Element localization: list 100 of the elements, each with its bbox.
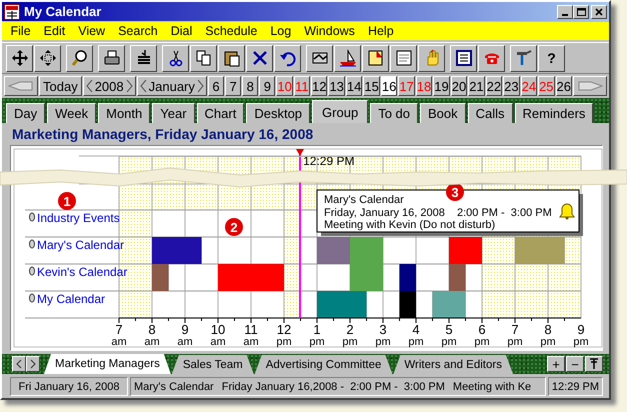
toolbar-button[interactable]: [162, 44, 189, 72]
minimize-button[interactable]: [557, 4, 573, 18]
toolbar-button[interactable]: [34, 44, 61, 72]
toolbar-button[interactable]: [334, 44, 361, 72]
remove-button[interactable]: −: [566, 356, 584, 372]
period-label: pm: [309, 336, 325, 348]
toolbar-button[interactable]: [246, 44, 273, 72]
calendar-name-link[interactable]: My Calendar: [37, 292, 106, 306]
toolbar-button[interactable]: [478, 44, 505, 72]
view-tab[interactable]: Chart: [196, 103, 244, 123]
status-appointment-time: Friday January 16,2008 - 2:00 PM - 3:00 PM: [222, 380, 445, 392]
magnifier-icon: [70, 49, 88, 67]
toolbar-button[interactable]: [66, 44, 93, 72]
app-icon: [4, 4, 20, 20]
toolbar-button[interactable]: [98, 44, 125, 72]
scroll-left-button[interactable]: [12, 356, 26, 372]
hour-label: 2: [346, 322, 354, 337]
day-button[interactable]: 21: [468, 76, 485, 96]
menu-item[interactable]: View: [72, 24, 112, 38]
tooltip-time: 2:00 PM - 3:00 PM: [457, 207, 552, 219]
menu-item[interactable]: Windows: [298, 24, 362, 38]
chevron-left-icon: [86, 79, 93, 93]
next-week-button[interactable]: [573, 76, 607, 96]
day-button[interactable]: 22: [486, 76, 502, 96]
toolbar-button[interactable]: [390, 44, 417, 72]
scroll-right-button[interactable]: [26, 356, 40, 372]
today-button[interactable]: Today: [39, 76, 82, 96]
pin-button[interactable]: [585, 356, 603, 372]
close-button[interactable]: [591, 4, 607, 18]
help-button[interactable]: ?: [538, 44, 565, 72]
toolbar-button[interactable]: [418, 44, 445, 72]
maximize-icon: [576, 8, 586, 16]
view-tab[interactable]: Year: [152, 103, 195, 123]
view-tab[interactable]: Desktop: [246, 103, 310, 123]
previous-week-button[interactable]: [4, 76, 38, 96]
sheet-tab[interactable]: Writers and Editors: [393, 355, 513, 374]
day-button[interactable]: 14: [346, 76, 362, 96]
chevron-right-icon: [196, 79, 204, 93]
view-tab[interactable]: Book: [420, 103, 466, 123]
menu-item[interactable]: Search: [112, 24, 164, 38]
sheet-tab[interactable]: Marketing Managers: [44, 354, 171, 374]
day-button[interactable]: 20: [450, 76, 468, 96]
hour-label: 10: [210, 322, 226, 337]
toolbar-button[interactable]: [130, 44, 157, 72]
day-button[interactable]: 15: [363, 76, 380, 96]
toolbar-button[interactable]: [450, 44, 477, 72]
schedule-heading: Marketing Managers, Friday January 16, 2008: [12, 126, 314, 142]
menu-item[interactable]: Dial: [164, 24, 199, 38]
toolbar-button[interactable]: [510, 44, 537, 72]
hour-label: 12: [276, 322, 292, 337]
menu-item[interactable]: File: [4, 24, 38, 38]
day-button[interactable]: 26: [556, 76, 572, 96]
view-tab[interactable]: To do: [370, 103, 418, 123]
toolbar-button[interactable]: [218, 44, 245, 72]
sheet-tab[interactable]: Advertising Committee: [254, 355, 392, 374]
toolbar-button[interactable]: [274, 44, 301, 72]
period-label: pm: [474, 336, 490, 348]
previous-year-button[interactable]: [84, 79, 95, 93]
view-tab[interactable]: Month: [98, 103, 150, 123]
menu-item[interactable]: Edit: [37, 24, 72, 38]
toolbar-button[interactable]: [6, 44, 33, 72]
period-label: pm: [408, 336, 424, 348]
hour-label: 5: [445, 322, 453, 337]
menu-item[interactable]: Schedule: [198, 24, 264, 38]
menu-item[interactable]: Help: [361, 24, 400, 38]
day-button[interactable]: 7: [225, 76, 242, 96]
toolbar-button[interactable]: [190, 44, 217, 72]
previous-month-button[interactable]: [138, 79, 149, 93]
hour-label: 7: [511, 322, 519, 337]
copy-icon: [194, 49, 212, 67]
hour-label: 9: [181, 322, 189, 337]
day-button[interactable]: 19: [433, 76, 450, 96]
day-button[interactable]: 16: [380, 76, 398, 96]
toolbar-button[interactable]: [362, 44, 389, 72]
day-button[interactable]: 8: [242, 76, 258, 96]
toolbar-button[interactable]: [306, 44, 333, 72]
view-tab[interactable]: Week: [47, 103, 96, 123]
note-icon: [366, 49, 384, 67]
next-year-button[interactable]: [124, 79, 135, 93]
day-button[interactable]: 6: [208, 76, 224, 96]
sheet-tab[interactable]: Sales Team: [172, 355, 254, 374]
maximize-button[interactable]: [573, 4, 589, 18]
menu-item[interactable]: Log: [264, 24, 298, 38]
calendar-name-link[interactable]: Mary's Calendar: [37, 238, 124, 252]
view-tab[interactable]: Day: [6, 103, 46, 123]
day-button[interactable]: 13: [328, 76, 345, 96]
add-button[interactable]: +: [547, 356, 565, 372]
next-month-button[interactable]: [194, 79, 206, 93]
calendar-name-link[interactable]: Industry Events: [37, 211, 120, 225]
pill-icon: [29, 294, 35, 302]
chevron-right-icon: [30, 359, 36, 369]
day-button[interactable]: 23: [503, 76, 520, 96]
day-button[interactable]: 9: [259, 76, 276, 96]
status-time: 12:29 PM: [552, 380, 599, 392]
period-label: pm: [375, 336, 391, 348]
view-tab[interactable]: Calls: [468, 103, 513, 123]
calendar-name-link[interactable]: Kevin's Calendar: [37, 265, 128, 279]
view-tab[interactable]: Group: [312, 100, 368, 123]
view-tab[interactable]: Reminders: [514, 103, 594, 123]
day-button[interactable]: 12: [310, 76, 328, 96]
